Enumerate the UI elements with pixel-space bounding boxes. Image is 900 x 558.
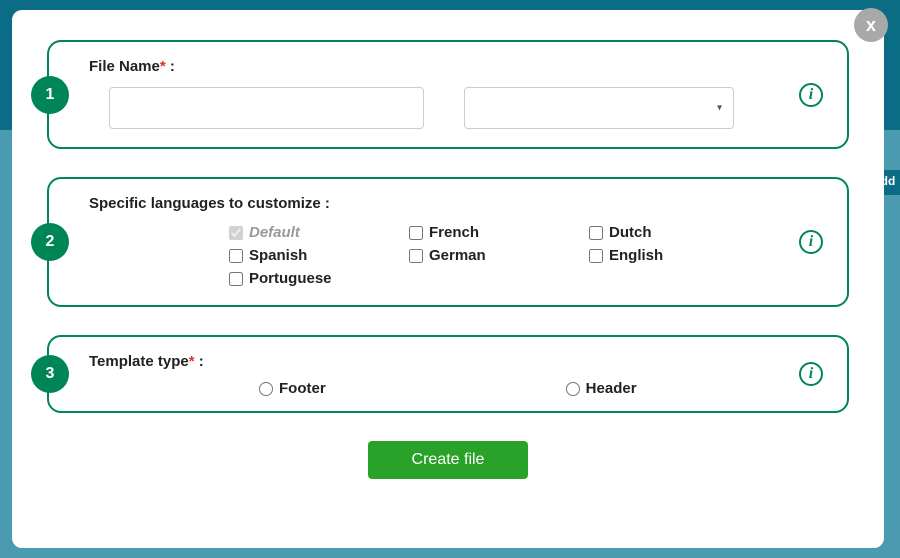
language-spanish[interactable]: Spanish: [229, 247, 399, 264]
section-file-name: 1 File Name* : i: [47, 40, 849, 149]
step-badge-1: 1: [31, 76, 69, 114]
languages-label: Specific languages to customize :: [89, 195, 817, 212]
language-portuguese-label: Portuguese: [249, 270, 332, 287]
language-french-label: French: [429, 224, 479, 241]
template-type-label: Template type* :: [89, 353, 817, 370]
create-file-modal: x 1 File Name* : i 2 Specific languages …: [12, 10, 884, 548]
file-type-select-wrap: [464, 87, 734, 129]
checkbox-spanish[interactable]: [229, 249, 243, 263]
checkbox-default: [229, 226, 243, 240]
template-type-row: Footer Header: [89, 380, 817, 397]
language-dutch-label: Dutch: [609, 224, 652, 241]
section-languages: 2 Specific languages to customize : Defa…: [47, 177, 849, 307]
language-portuguese[interactable]: Portuguese: [229, 270, 399, 287]
section-template-type: 3 Template type* : Footer Header i: [47, 335, 849, 413]
file-name-label: File Name* :: [89, 58, 817, 75]
info-icon[interactable]: i: [799, 83, 823, 107]
close-button[interactable]: x: [854, 8, 888, 42]
language-german-label: German: [429, 247, 486, 264]
file-name-row: [89, 87, 817, 129]
language-english-label: English: [609, 247, 663, 264]
template-type-header-label: Header: [586, 380, 637, 397]
checkbox-english[interactable]: [589, 249, 603, 263]
language-dutch[interactable]: Dutch: [589, 224, 749, 241]
checkbox-german[interactable]: [409, 249, 423, 263]
checkbox-portuguese[interactable]: [229, 272, 243, 286]
info-icon[interactable]: i: [799, 362, 823, 386]
language-default[interactable]: Default: [229, 224, 399, 241]
language-german[interactable]: German: [409, 247, 579, 264]
language-default-label: Default: [249, 224, 300, 241]
file-type-select[interactable]: [464, 87, 734, 129]
language-spanish-label: Spanish: [249, 247, 307, 264]
radio-header[interactable]: [566, 382, 580, 396]
language-english[interactable]: English: [589, 247, 749, 264]
checkbox-dutch[interactable]: [589, 226, 603, 240]
language-french[interactable]: French: [409, 224, 579, 241]
step-badge-2: 2: [31, 223, 69, 261]
info-icon[interactable]: i: [799, 230, 823, 254]
template-type-label-text: Template type: [89, 353, 189, 370]
label-colon: :: [166, 58, 175, 75]
file-name-input[interactable]: [109, 87, 424, 129]
label-colon: :: [195, 353, 204, 370]
file-name-label-text: File Name: [89, 58, 160, 75]
template-type-footer-label: Footer: [279, 380, 326, 397]
step-badge-3: 3: [31, 355, 69, 393]
radio-footer[interactable]: [259, 382, 273, 396]
languages-grid: Default French Dutch Spanish German Engl…: [89, 224, 817, 287]
template-type-footer[interactable]: Footer: [259, 380, 326, 397]
template-type-header[interactable]: Header: [566, 380, 637, 397]
create-file-button[interactable]: Create file: [368, 441, 529, 479]
checkbox-french[interactable]: [409, 226, 423, 240]
